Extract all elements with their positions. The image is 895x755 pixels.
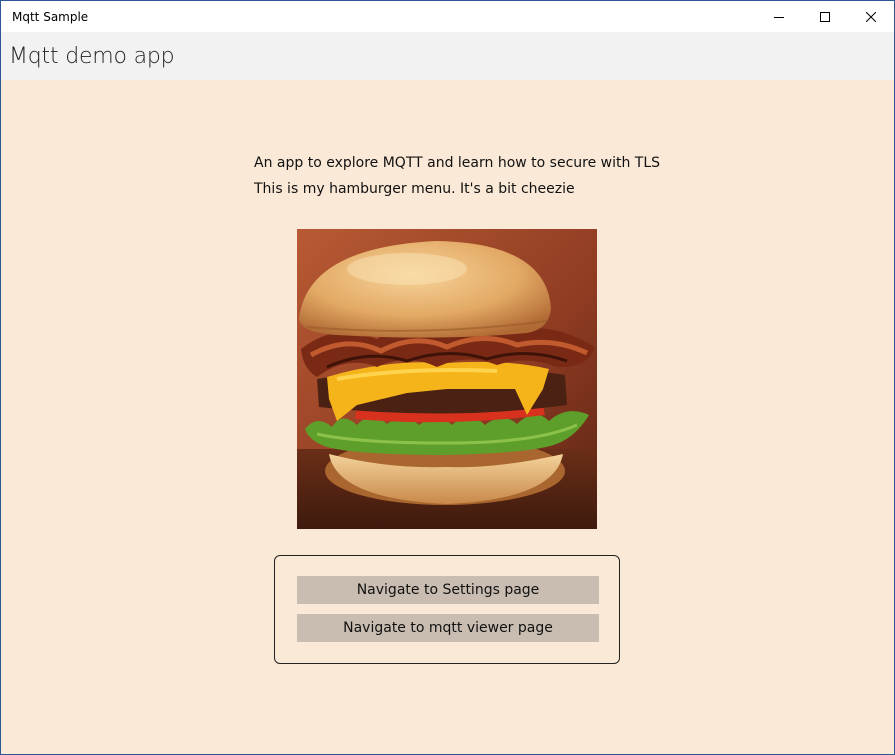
caption-buttons (756, 1, 894, 32)
maximize-button[interactable] (802, 1, 848, 32)
navigation-panel: Navigate to Settings page Navigate to mq… (274, 555, 620, 664)
maximize-icon (820, 11, 830, 22)
window-title: Mqtt Sample (12, 9, 89, 24)
description-line-1: An app to explore MQTT and learn how to … (254, 155, 661, 171)
app-window: Mqtt Sample Mqtt demo app An app to expl… (0, 0, 895, 755)
navigate-mqtt-viewer-button[interactable]: Navigate to mqtt viewer page (297, 614, 599, 642)
minimize-icon (774, 16, 784, 18)
title-bar[interactable]: Mqtt Sample (1, 1, 894, 32)
description-line-2: This is my hamburger menu. It's a bit ch… (254, 181, 575, 197)
hamburger-illustration (297, 229, 597, 529)
minimize-button[interactable] (756, 1, 802, 32)
close-icon (866, 11, 876, 22)
page-title: Mqtt demo app (9, 43, 175, 69)
navigate-settings-button[interactable]: Navigate to Settings page (297, 576, 599, 604)
app-header: Mqtt demo app (1, 32, 894, 80)
main-content: An app to explore MQTT and learn how to … (1, 80, 894, 754)
description: An app to explore MQTT and learn how to … (254, 150, 674, 202)
close-button[interactable] (848, 1, 894, 32)
hamburger-image (297, 229, 597, 529)
